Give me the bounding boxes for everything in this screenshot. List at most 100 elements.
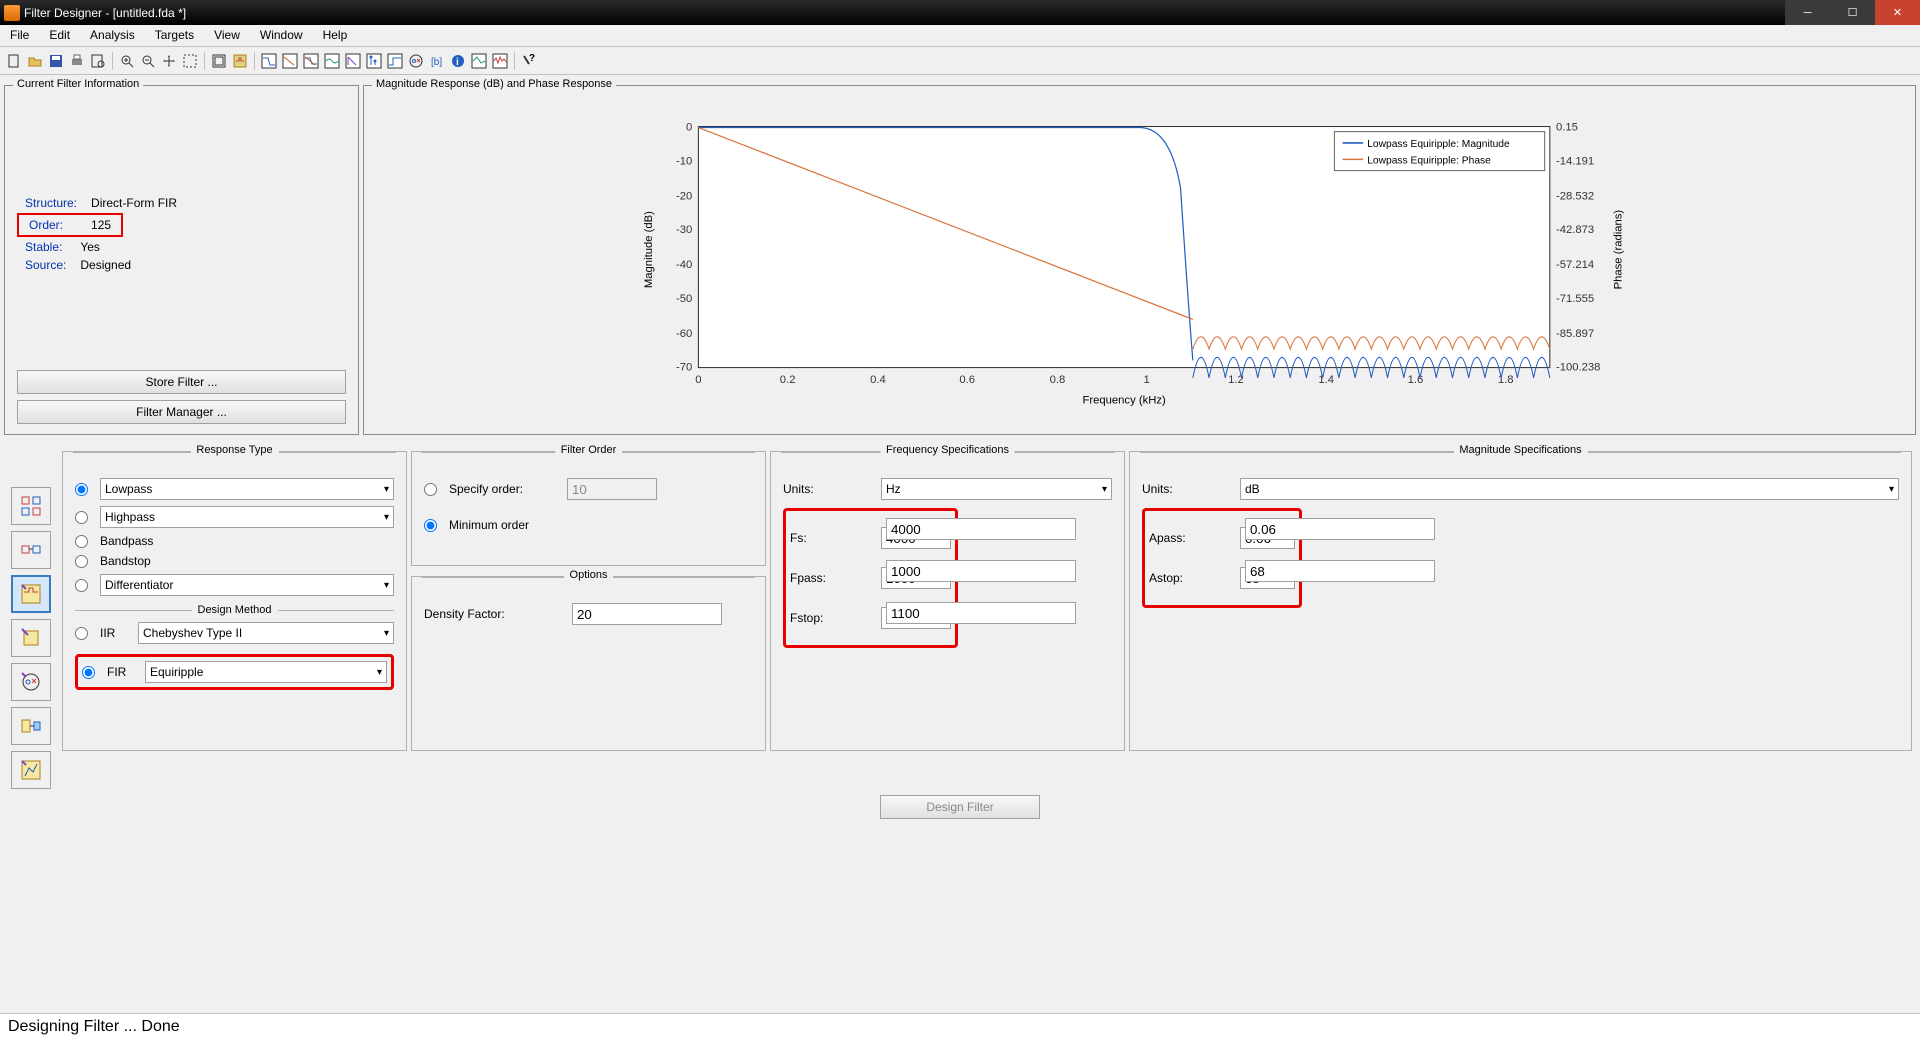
filter-spec-icon[interactable] <box>230 51 250 71</box>
fstop-input-wide[interactable] <box>886 602 1076 624</box>
menu-help[interactable]: Help <box>313 25 358 46</box>
minimum-order-radio[interactable] <box>424 519 437 532</box>
plot-panel: Magnitude Response (dB) and Phase Respon… <box>363 85 1916 435</box>
svg-text:0: 0 <box>695 374 701 386</box>
side-realize-icon[interactable] <box>11 707 51 745</box>
mag-phase-icon[interactable] <box>301 51 321 71</box>
menu-view[interactable]: View <box>204 25 250 46</box>
print-icon[interactable] <box>67 51 87 71</box>
lowpass-select[interactable]: Lowpass <box>100 478 394 500</box>
new-icon[interactable] <box>4 51 24 71</box>
iir-select[interactable]: Chebyshev Type II <box>138 622 394 644</box>
fir-radio[interactable] <box>82 666 95 679</box>
phase-response-icon[interactable] <box>280 51 300 71</box>
mag-units-select[interactable]: dB <box>1240 478 1899 500</box>
fir-highlight: FIR Equiripple <box>75 654 394 690</box>
apass-label: Apass: <box>1149 531 1232 545</box>
svg-text:-14.191: -14.191 <box>1556 155 1594 167</box>
side-toolbar <box>4 441 58 789</box>
zoom-in-icon[interactable] <box>117 51 137 71</box>
highpass-select[interactable]: Highpass <box>100 506 394 528</box>
astop-label: Astop: <box>1149 571 1232 585</box>
svg-text:Magnitude (dB): Magnitude (dB) <box>643 211 655 288</box>
freq-units-select[interactable]: Hz <box>881 478 1112 500</box>
fs-input-wide[interactable] <box>886 518 1076 540</box>
filter-manager-button[interactable]: Filter Manager ... <box>17 400 346 424</box>
context-help-icon[interactable]: ? <box>519 51 539 71</box>
magnitude-est-icon[interactable] <box>469 51 489 71</box>
density-input[interactable] <box>572 603 722 625</box>
side-polezero-icon[interactable] <box>11 663 51 701</box>
svg-text:0.4: 0.4 <box>870 374 886 386</box>
design-filter-button[interactable]: Design Filter <box>880 795 1040 819</box>
bandstop-radio[interactable] <box>75 555 88 568</box>
minimum-order-label: Minimum order <box>449 518 529 532</box>
svg-text:1: 1 <box>1144 374 1150 386</box>
fir-label: FIR <box>107 665 137 679</box>
open-icon[interactable] <box>25 51 45 71</box>
menu-window[interactable]: Window <box>250 25 313 46</box>
iir-radio[interactable] <box>75 627 88 640</box>
specify-order-label: Specify order: <box>449 482 559 496</box>
options-panel: Options Density Factor: <box>411 576 766 751</box>
apass-input-wide[interactable] <box>1245 518 1435 540</box>
response-plot[interactable]: 0 -10 -20 -30 -40 -50 -60 -70 0.15 -14.1… <box>404 106 1875 424</box>
fpass-input-wide[interactable] <box>886 560 1076 582</box>
step-icon[interactable] <box>385 51 405 71</box>
mag-spec-title: Magnitude Specifications <box>1453 444 1587 456</box>
phase-delay-icon[interactable] <box>343 51 363 71</box>
noise-icon[interactable] <box>490 51 510 71</box>
print-preview-icon[interactable] <box>88 51 108 71</box>
astop-input-wide[interactable] <box>1245 560 1435 582</box>
fs-label: Fs: <box>790 531 873 545</box>
polezero-icon[interactable] <box>406 51 426 71</box>
svg-text:-85.897: -85.897 <box>1556 328 1594 340</box>
menu-edit[interactable]: Edit <box>39 25 80 46</box>
info-icon[interactable]: i <box>448 51 468 71</box>
stable-label: Stable: <box>19 239 72 255</box>
freq-spec-panel: Frequency Specifications Units:Hz Fs: Fp… <box>770 451 1125 751</box>
store-filter-button[interactable]: Store Filter ... <box>17 370 346 394</box>
svg-text:-100.238: -100.238 <box>1556 362 1600 374</box>
svg-text:[b]: [b] <box>431 57 442 68</box>
fpass-label: Fpass: <box>790 571 873 585</box>
side-structure-icon[interactable] <box>11 487 51 525</box>
response-type-title: Response Type <box>190 444 278 456</box>
side-transform-icon[interactable] <box>11 531 51 569</box>
specify-order-input[interactable] <box>567 478 657 500</box>
order-highlight: Order: 125 <box>17 213 123 237</box>
specify-order-radio[interactable] <box>424 483 437 496</box>
lowpass-radio[interactable] <box>75 483 88 496</box>
side-quantize-icon[interactable] <box>11 751 51 789</box>
save-icon[interactable] <box>46 51 66 71</box>
svg-text:-20: -20 <box>676 190 692 202</box>
order-label: Order: <box>23 217 83 233</box>
differentiator-select[interactable]: Differentiator <box>100 574 394 596</box>
highpass-radio[interactable] <box>75 511 88 524</box>
impulse-icon[interactable] <box>364 51 384 71</box>
svg-text:?: ? <box>529 53 535 64</box>
svg-text:0.6: 0.6 <box>959 374 975 386</box>
side-design-icon[interactable] <box>11 575 51 613</box>
mag-response-icon[interactable] <box>259 51 279 71</box>
svg-text:-42.873: -42.873 <box>1556 224 1594 236</box>
mag-units-label: Units: <box>1142 482 1232 496</box>
maximize-button[interactable]: ☐ <box>1830 0 1875 25</box>
side-import-icon[interactable] <box>11 619 51 657</box>
zoom-out-icon[interactable] <box>138 51 158 71</box>
close-button[interactable]: ✕ <box>1875 0 1920 25</box>
pan-icon[interactable] <box>159 51 179 71</box>
menu-file[interactable]: File <box>0 25 39 46</box>
plot-title: Magnitude Response (dB) and Phase Respon… <box>372 78 616 90</box>
fir-select[interactable]: Equiripple <box>145 661 387 683</box>
bandpass-radio[interactable] <box>75 535 88 548</box>
restore-view-icon[interactable] <box>180 51 200 71</box>
full-view-icon[interactable] <box>209 51 229 71</box>
menu-targets[interactable]: Targets <box>145 25 204 46</box>
svg-text:0.15: 0.15 <box>1556 122 1578 134</box>
group-delay-icon[interactable] <box>322 51 342 71</box>
minimize-button[interactable]: ─ <box>1785 0 1830 25</box>
menu-analysis[interactable]: Analysis <box>80 25 145 46</box>
coefficients-icon[interactable]: [b] <box>427 51 447 71</box>
differentiator-radio[interactable] <box>75 579 88 592</box>
